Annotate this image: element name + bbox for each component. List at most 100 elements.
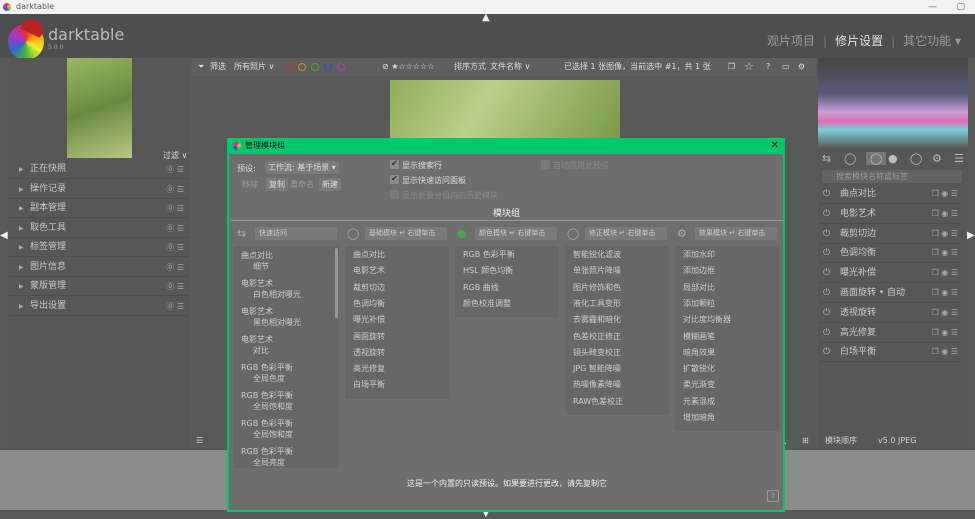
- show-history-checkbox[interactable]: 显示折叠分组内的历史模块: [390, 190, 498, 201]
- menu-icon[interactable]: ☰: [196, 433, 203, 449]
- group-module-item[interactable]: 液化工具变形: [573, 298, 621, 309]
- right-module[interactable]: ⏻ 色调均衡 ❐ ◉ ☰: [820, 243, 960, 264]
- group-module-item[interactable]: 透视旋转: [353, 347, 385, 358]
- right-module[interactable]: ⏻ 透视旋转 ❐ ◉ ☰: [820, 303, 960, 323]
- group-module-item[interactable]: 高光修复: [353, 363, 385, 374]
- help-icon[interactable]: ?: [766, 58, 770, 76]
- maximize-button[interactable]: ▢: [956, 0, 965, 14]
- module-action-icons[interactable]: ❐ ◉ ☰: [932, 243, 958, 263]
- main-image[interactable]: [390, 80, 620, 140]
- module-group-tab[interactable]: ◯: [844, 152, 856, 165]
- left-module[interactable]: ▶ 正在快照 ⓪ ☰: [10, 160, 188, 179]
- panel-icon[interactable]: ▭: [782, 58, 790, 76]
- group-icon[interactable]: ◯: [347, 227, 359, 240]
- color-label-circle-icon[interactable]: [324, 63, 332, 71]
- gear-icon[interactable]: ⚙: [798, 58, 805, 76]
- group-name-input[interactable]: 修正模块 ↵ 右键单击: [585, 227, 667, 240]
- module-group-tab[interactable]: ◯: [866, 152, 887, 165]
- left-module[interactable]: ▶ 副本管理 ⓪ ☰: [10, 199, 188, 218]
- group-module-item[interactable]: 色调均衡: [353, 298, 385, 309]
- minimize-button[interactable]: —: [928, 0, 937, 14]
- group-module-item[interactable]: 白场平衡: [353, 379, 385, 390]
- power-icon[interactable]: ⏻: [823, 283, 830, 303]
- power-icon[interactable]: ⏻: [823, 184, 830, 204]
- reset-preset-icons[interactable]: ⓪ ☰: [166, 277, 184, 296]
- reset-preset-icons[interactable]: ⓪ ☰: [166, 180, 184, 199]
- color-label-circle-icon[interactable]: [337, 63, 345, 71]
- navigation-thumbnail[interactable]: [67, 58, 132, 158]
- module-group-tab[interactable]: ⚙: [932, 152, 942, 165]
- quick-access-item[interactable]: RGB 色彩平衡 全局饱和度: [241, 418, 293, 440]
- group-module-item[interactable]: 元素混成: [683, 396, 715, 407]
- color-label-circle-icon[interactable]: [298, 63, 306, 71]
- right-module[interactable]: ⏻ 曲点对比 ❐ ◉ ☰: [820, 184, 960, 204]
- group-module-item[interactable]: 扩散锐化: [683, 363, 715, 374]
- histogram[interactable]: [818, 58, 968, 148]
- left-module[interactable]: ▶ 导出设置 ⓪ ☰: [10, 297, 188, 316]
- show-search-checkbox[interactable]: 显示搜索行: [390, 159, 442, 171]
- view-lighttable[interactable]: 观片项目: [767, 34, 815, 48]
- quick-access-item[interactable]: RGB 色彩平衡 全局亮度: [241, 446, 293, 468]
- module-action-icons[interactable]: ❐ ◉ ☰: [932, 184, 958, 204]
- rating-filter[interactable]: ⊘ ★☆☆☆☆☆: [382, 58, 434, 76]
- group-module-item[interactable]: 镜头畸变校正: [573, 347, 621, 358]
- left-module[interactable]: ▶ 蒙版管理 ⓪ ☰: [10, 277, 188, 296]
- left-panel-toggle-icon[interactable]: ◀: [0, 230, 8, 241]
- help-button[interactable]: ?: [767, 490, 779, 502]
- module-action-icons[interactable]: ❐ ◉ ☰: [932, 342, 958, 362]
- power-icon[interactable]: ⏻: [823, 243, 830, 263]
- power-icon[interactable]: ⏻: [823, 342, 830, 362]
- reset-preset-icons[interactable]: ⓪ ☰: [166, 219, 184, 238]
- power-icon[interactable]: ⏻: [823, 224, 830, 244]
- quick-access-item[interactable]: 电影艺术 黑色相对曝光: [241, 306, 301, 328]
- group-module-item[interactable]: JPG 智能降噪: [573, 363, 621, 374]
- group-module-item[interactable]: 裁剪切边: [353, 282, 385, 293]
- left-module[interactable]: ▶ 操作记录 ⓪ ☰: [10, 180, 188, 199]
- group-module-item[interactable]: 画面旋转: [353, 331, 385, 342]
- power-icon[interactable]: ⏻: [823, 204, 830, 224]
- group-module-item[interactable]: RGB 曲线: [463, 282, 499, 293]
- group-name-input[interactable]: 颜色模块 ↵ 右键单击: [475, 227, 557, 240]
- left-module[interactable]: ▶ 取色工具 ⓪ ☰: [10, 219, 188, 238]
- remove-button[interactable]: 移除: [239, 178, 261, 191]
- show-quick-access-checkbox[interactable]: 显示快速访问面板: [390, 174, 466, 186]
- group-module-item[interactable]: 添加边框: [683, 265, 715, 276]
- group-module-item[interactable]: 图片修饰和色: [573, 282, 621, 293]
- power-icon[interactable]: ⏻: [823, 263, 830, 283]
- module-search-input[interactable]: 搜索模块名称或标签: [822, 170, 962, 183]
- group-module-item[interactable]: 对比度均衡器: [683, 314, 731, 325]
- left-module[interactable]: ▶ 图片信息 ⓪ ☰: [10, 258, 188, 277]
- group-name-input[interactable]: 基础模块 ↵ 右键单击: [365, 227, 447, 240]
- power-icon[interactable]: ⏻: [823, 323, 830, 343]
- view-other[interactable]: 其它功能 ▾: [903, 34, 961, 48]
- reset-preset-icons[interactable]: ⓪ ☰: [166, 297, 184, 316]
- group-icon[interactable]: ●: [457, 227, 467, 240]
- right-module[interactable]: ⏻ 白场平衡 ❐ ◉ ☰: [820, 342, 960, 363]
- reset-preset-icons[interactable]: ⓪ ☰: [166, 238, 184, 257]
- reset-preset-icons[interactable]: ⓪ ☰: [166, 160, 184, 179]
- right-module[interactable]: ⏻ 画面旋转 • 自动 ❐ ◉ ☰: [820, 283, 960, 303]
- group-module-item[interactable]: 局部对比: [683, 282, 715, 293]
- module-action-icons[interactable]: ❐ ◉ ☰: [932, 224, 958, 244]
- module-group-tab[interactable]: ⇆: [822, 152, 831, 165]
- module-action-icons[interactable]: ❐ ◉ ☰: [932, 303, 958, 323]
- group-module-item[interactable]: 电影艺术: [353, 265, 385, 276]
- group-module-item[interactable]: 颜色校准调整: [463, 298, 511, 309]
- group-module-item[interactable]: 去雾霾和暗化: [573, 314, 621, 325]
- sort-dropdown[interactable]: 文件名称 ∨: [490, 58, 530, 76]
- module-action-icons[interactable]: ❐ ◉ ☰: [932, 323, 958, 343]
- group-module-item[interactable]: 增加暗角: [683, 412, 715, 423]
- filter-dropdown[interactable]: 所有照片 ∨: [234, 58, 274, 76]
- rename-button[interactable]: 重命名: [287, 178, 317, 191]
- group-module-item[interactable]: 曲点对比: [353, 249, 385, 260]
- power-icon[interactable]: ⏻: [823, 303, 830, 323]
- right-module[interactable]: ⏻ 裁剪切边 ❐ ◉ ☰: [820, 224, 960, 244]
- quick-access-item[interactable]: 电影艺术 白色相对曝光: [241, 278, 301, 300]
- group-icon[interactable]: ◯: [567, 227, 579, 240]
- group-module-item[interactable]: HSL 颜色均衡: [463, 265, 513, 276]
- grouping-icon[interactable]: ❐: [728, 58, 735, 76]
- module-group-tab[interactable]: ☰: [954, 152, 964, 165]
- quick-access-item[interactable]: RGB 色彩平衡 全局饱和度: [241, 390, 293, 412]
- preset-dropdown[interactable]: 工作流: 基于场景 ▾: [265, 161, 339, 174]
- group-module-item[interactable]: 色差校正修正: [573, 331, 621, 342]
